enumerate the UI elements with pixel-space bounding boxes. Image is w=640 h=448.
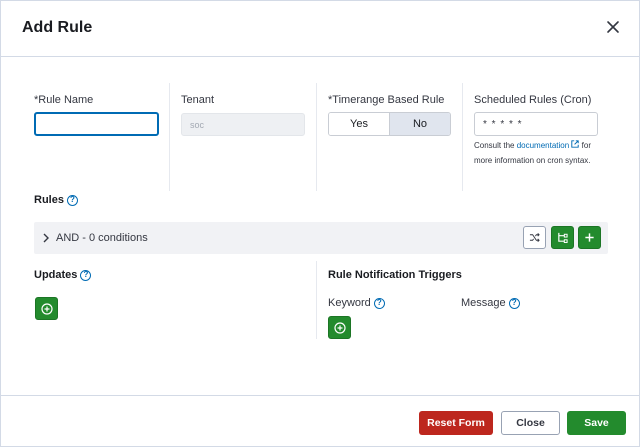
add-group-button[interactable] <box>551 226 574 249</box>
rule-name-field-wrapper <box>34 112 159 136</box>
help-icon[interactable]: ? <box>66 194 78 206</box>
modal-title: Add Rule <box>22 19 93 36</box>
modal-header: Add Rule <box>1 1 639 57</box>
rule-name-input[interactable] <box>36 114 157 135</box>
keyword-label-text: Keyword <box>328 297 371 309</box>
timerange-label: *Timerange Based Rule <box>328 94 444 106</box>
documentation-link[interactable]: documentation <box>516 140 580 150</box>
keyword-label: Keyword? <box>328 297 385 309</box>
cron-input[interactable] <box>475 113 597 135</box>
divider <box>169 83 170 191</box>
cron-hint-prefix: Consult the <box>474 141 517 150</box>
rules-label: Rules <box>34 194 64 206</box>
notification-triggers-title: Rule Notification Triggers <box>328 269 462 281</box>
plus-circle-icon <box>40 302 53 315</box>
close-button[interactable]: Close <box>501 411 560 435</box>
timerange-toggle: Yes No <box>328 112 451 136</box>
rule-name-label: *Rule Name <box>34 94 93 106</box>
chevron-right-icon[interactable] <box>42 233 50 243</box>
cron-field-wrapper <box>474 112 598 136</box>
add-keyword-button[interactable] <box>328 316 351 339</box>
rules-section-title: Rules? <box>34 194 78 206</box>
timerange-label-text: Timerange Based Rule <box>332 94 445 106</box>
save-button[interactable]: Save <box>567 411 626 435</box>
reset-form-button[interactable]: Reset Form <box>419 411 493 435</box>
timerange-no-button[interactable]: No <box>389 113 450 135</box>
updates-label: Updates <box>34 269 78 281</box>
divider <box>316 83 317 191</box>
add-update-button[interactable] <box>35 297 58 320</box>
help-icon[interactable]: ? <box>508 297 520 309</box>
rule-name-label-text: Rule Name <box>38 94 94 106</box>
help-icon[interactable]: ? <box>80 269 92 281</box>
help-icon[interactable]: ? <box>373 297 385 309</box>
plus-circle-icon <box>333 321 346 334</box>
tenant-field-wrapper <box>181 113 305 136</box>
divider <box>462 83 463 191</box>
message-label: Message? <box>461 297 520 309</box>
plus-icon <box>585 233 594 242</box>
rules-group-bar: AND - 0 conditions <box>34 222 608 254</box>
toggle-logic-button[interactable] <box>523 226 546 249</box>
shuffle-icon <box>529 233 540 242</box>
divider <box>316 261 317 339</box>
nested-group-icon <box>558 232 568 243</box>
rules-condition-summary: AND - 0 conditions <box>56 232 148 244</box>
close-icon[interactable] <box>605 19 621 35</box>
add-rule-modal: Add Rule *Rule Name Tenant *Timerange Ba… <box>0 0 640 447</box>
cron-label: Scheduled Rules (Cron) <box>474 94 592 106</box>
documentation-link-text: documentation <box>516 141 570 150</box>
tenant-label: Tenant <box>181 94 215 106</box>
updates-section-title: Updates? <box>34 269 92 281</box>
message-label-text: Message <box>461 297 506 309</box>
cron-hint: Consult the documentation for more infor… <box>474 139 604 168</box>
add-condition-button[interactable] <box>578 226 601 249</box>
tenant-input <box>182 114 304 135</box>
timerange-yes-button[interactable]: Yes <box>329 113 389 135</box>
